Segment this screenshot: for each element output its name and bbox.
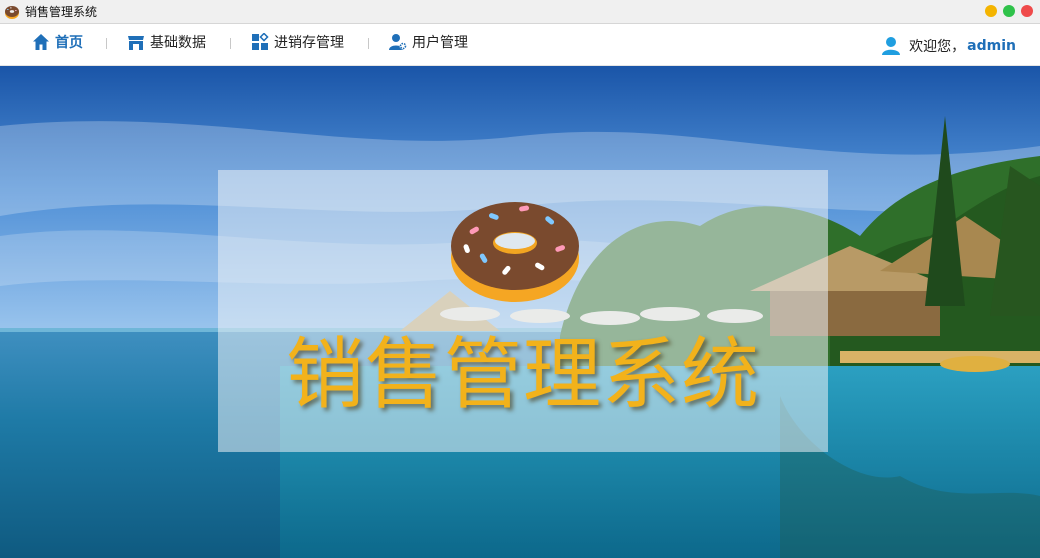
nav-item-home[interactable]: 首页 <box>32 24 83 60</box>
main-content: 销售管理系统 <box>0 66 1040 558</box>
nav-item-label: 用户管理 <box>412 35 468 51</box>
donut-icon <box>451 202 579 302</box>
close-button[interactable] <box>1021 5 1033 17</box>
minimize-button[interactable] <box>985 5 997 17</box>
top-navigation: 首页 基础数据 进销存管理 用户管理 欢迎您， admin <box>0 24 1040 66</box>
hero-banner: 销售管理系统 <box>218 170 828 452</box>
store-icon <box>128 36 144 50</box>
nav-item-label: 基础数据 <box>150 35 206 51</box>
nav-item-label: 首页 <box>55 35 83 51</box>
user-icon <box>882 37 901 55</box>
home-icon <box>33 34 49 50</box>
banner-title: 销售管理系统 <box>285 330 760 420</box>
nav-separator <box>230 38 231 49</box>
welcome-area: 欢迎您， admin <box>881 32 1016 60</box>
username[interactable]: admin <box>967 38 1016 54</box>
nav-item-inventory[interactable]: 进销存管理 <box>251 24 344 60</box>
user-gear-icon <box>389 34 407 50</box>
donut-icon <box>5 6 19 19</box>
nav-separator <box>106 38 107 49</box>
modules-icon <box>252 33 269 50</box>
nav-item-label: 进销存管理 <box>274 35 344 51</box>
nav-item-basic-data[interactable]: 基础数据 <box>127 24 206 60</box>
nav-separator <box>368 38 369 49</box>
nav-item-user-management[interactable]: 用户管理 <box>389 24 468 60</box>
welcome-text: 欢迎您， <box>909 39 966 55</box>
maximize-button[interactable] <box>1003 5 1015 17</box>
window-title: 销售管理系统 <box>25 5 98 19</box>
window-title-bar: 销售管理系统 <box>0 0 1040 24</box>
